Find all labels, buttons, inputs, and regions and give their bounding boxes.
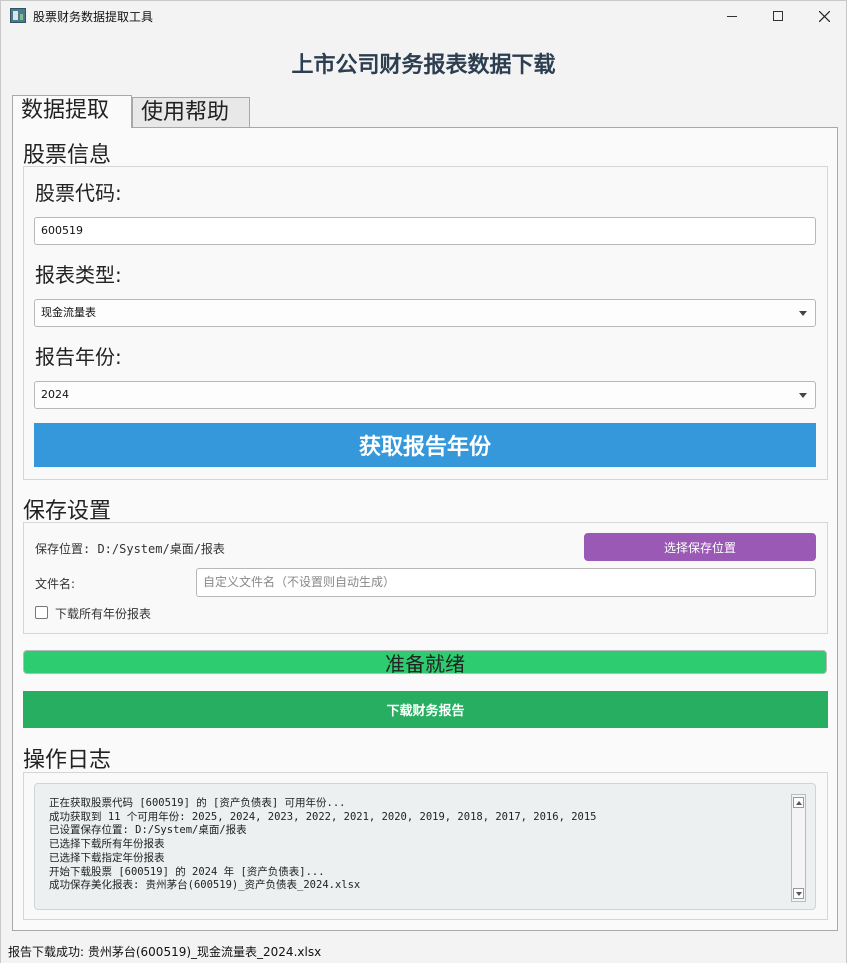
status-bar: 报告下载成功: 贵州茅台(600519)_现金流量表_2024.xlsx xyxy=(1,941,846,963)
report-type-value: 现金流量表 xyxy=(41,306,96,319)
progress-bar: 准备就绪 xyxy=(23,650,827,676)
download-all-checkbox[interactable] xyxy=(35,606,48,619)
log-line: 成功获取到 11 个可用年份: 2025, 2024, 2023, 2022, … xyxy=(49,810,597,823)
chevron-down-icon xyxy=(799,393,807,398)
download-report-button[interactable]: 下载财务报告 xyxy=(23,691,828,728)
report-year-value: 2024 xyxy=(41,388,69,401)
tab-help[interactable]: 使用帮助 xyxy=(132,97,250,127)
scroll-down-icon[interactable] xyxy=(793,888,804,899)
log-line: 已选择下载指定年份报表 xyxy=(49,851,165,864)
log-lines: 正在获取股票代码 [600519] 的 [资产负债表] 可用年份... 成功获取… xyxy=(49,797,789,893)
log-textarea[interactable]: 正在获取股票代码 [600519] 的 [资产负债表] 可用年份... 成功获取… xyxy=(34,783,816,910)
save-settings-heading: 保存设置 xyxy=(23,499,112,524)
minimize-button[interactable] xyxy=(709,1,755,31)
minimize-icon xyxy=(727,15,737,17)
page-title: 上市公司财务报表数据下载 xyxy=(291,53,556,78)
report-year-label: 报告年份: xyxy=(35,345,122,369)
stock-info-group: 股票代码: 600519 报表类型: 现金流量表 报告年份: 2024 获取报告… xyxy=(23,166,828,480)
report-year-select[interactable]: 2024 xyxy=(34,381,816,409)
report-type-label: 报表类型: xyxy=(35,263,122,287)
app-icon xyxy=(10,8,26,23)
title-bar[interactable]: 股票财务数据提取工具 xyxy=(1,1,846,31)
chevron-down-icon xyxy=(799,311,807,316)
tab-panel: 股票信息 股票代码: 600519 报表类型: 现金流量表 报告年份: 2024… xyxy=(12,127,838,931)
stock-info-heading: 股票信息 xyxy=(23,143,112,168)
log-line: 成功保存美化报表: 贵州茅台(600519)_资产负债表_2024.xlsx xyxy=(49,879,361,892)
log-scrollbar[interactable] xyxy=(791,794,806,902)
stock-code-input[interactable]: 600519 xyxy=(34,217,816,245)
log-group: 正在获取股票代码 [600519] 的 [资产负债表] 可用年份... 成功获取… xyxy=(23,772,828,920)
close-button[interactable] xyxy=(801,1,847,31)
maximize-button[interactable] xyxy=(755,1,801,31)
choose-save-location-button[interactable]: 选择保存位置 xyxy=(584,533,816,561)
maximize-icon xyxy=(773,11,783,21)
scroll-up-icon[interactable] xyxy=(793,797,804,808)
app-window: 股票财务数据提取工具 上市公司财务报表数据下载 数据提取 使用帮助 股票信息 股… xyxy=(0,0,847,963)
download-all-label: 下载所有年份报表 xyxy=(55,607,152,621)
save-settings-group: 保存位置: D:/System/桌面/报表 选择保存位置 文件名: 自定义文件名… xyxy=(23,522,828,634)
log-line: 开始下载股票 [600519] 的 2024 年 [资产负债表]... xyxy=(49,865,325,878)
log-heading: 操作日志 xyxy=(23,748,112,773)
save-location-text: 保存位置: D:/System/桌面/报表 xyxy=(35,542,225,556)
fetch-years-button[interactable]: 获取报告年份 xyxy=(34,423,816,467)
stock-code-label: 股票代码: xyxy=(35,181,122,205)
window-title: 股票财务数据提取工具 xyxy=(33,10,154,24)
log-line: 正在获取股票代码 [600519] 的 [资产负债表] 可用年份... xyxy=(49,797,346,809)
filename-input[interactable]: 自定义文件名（不设置则自动生成） xyxy=(196,568,816,597)
report-type-select[interactable]: 现金流量表 xyxy=(34,299,816,327)
filename-label: 文件名: xyxy=(35,577,76,591)
log-line: 已设置保存位置: D:/System/桌面/报表 xyxy=(49,824,247,837)
log-line: 已选择下载所有年份报表 xyxy=(49,838,165,851)
tab-data-extract[interactable]: 数据提取 xyxy=(12,95,132,128)
close-icon xyxy=(818,10,830,22)
